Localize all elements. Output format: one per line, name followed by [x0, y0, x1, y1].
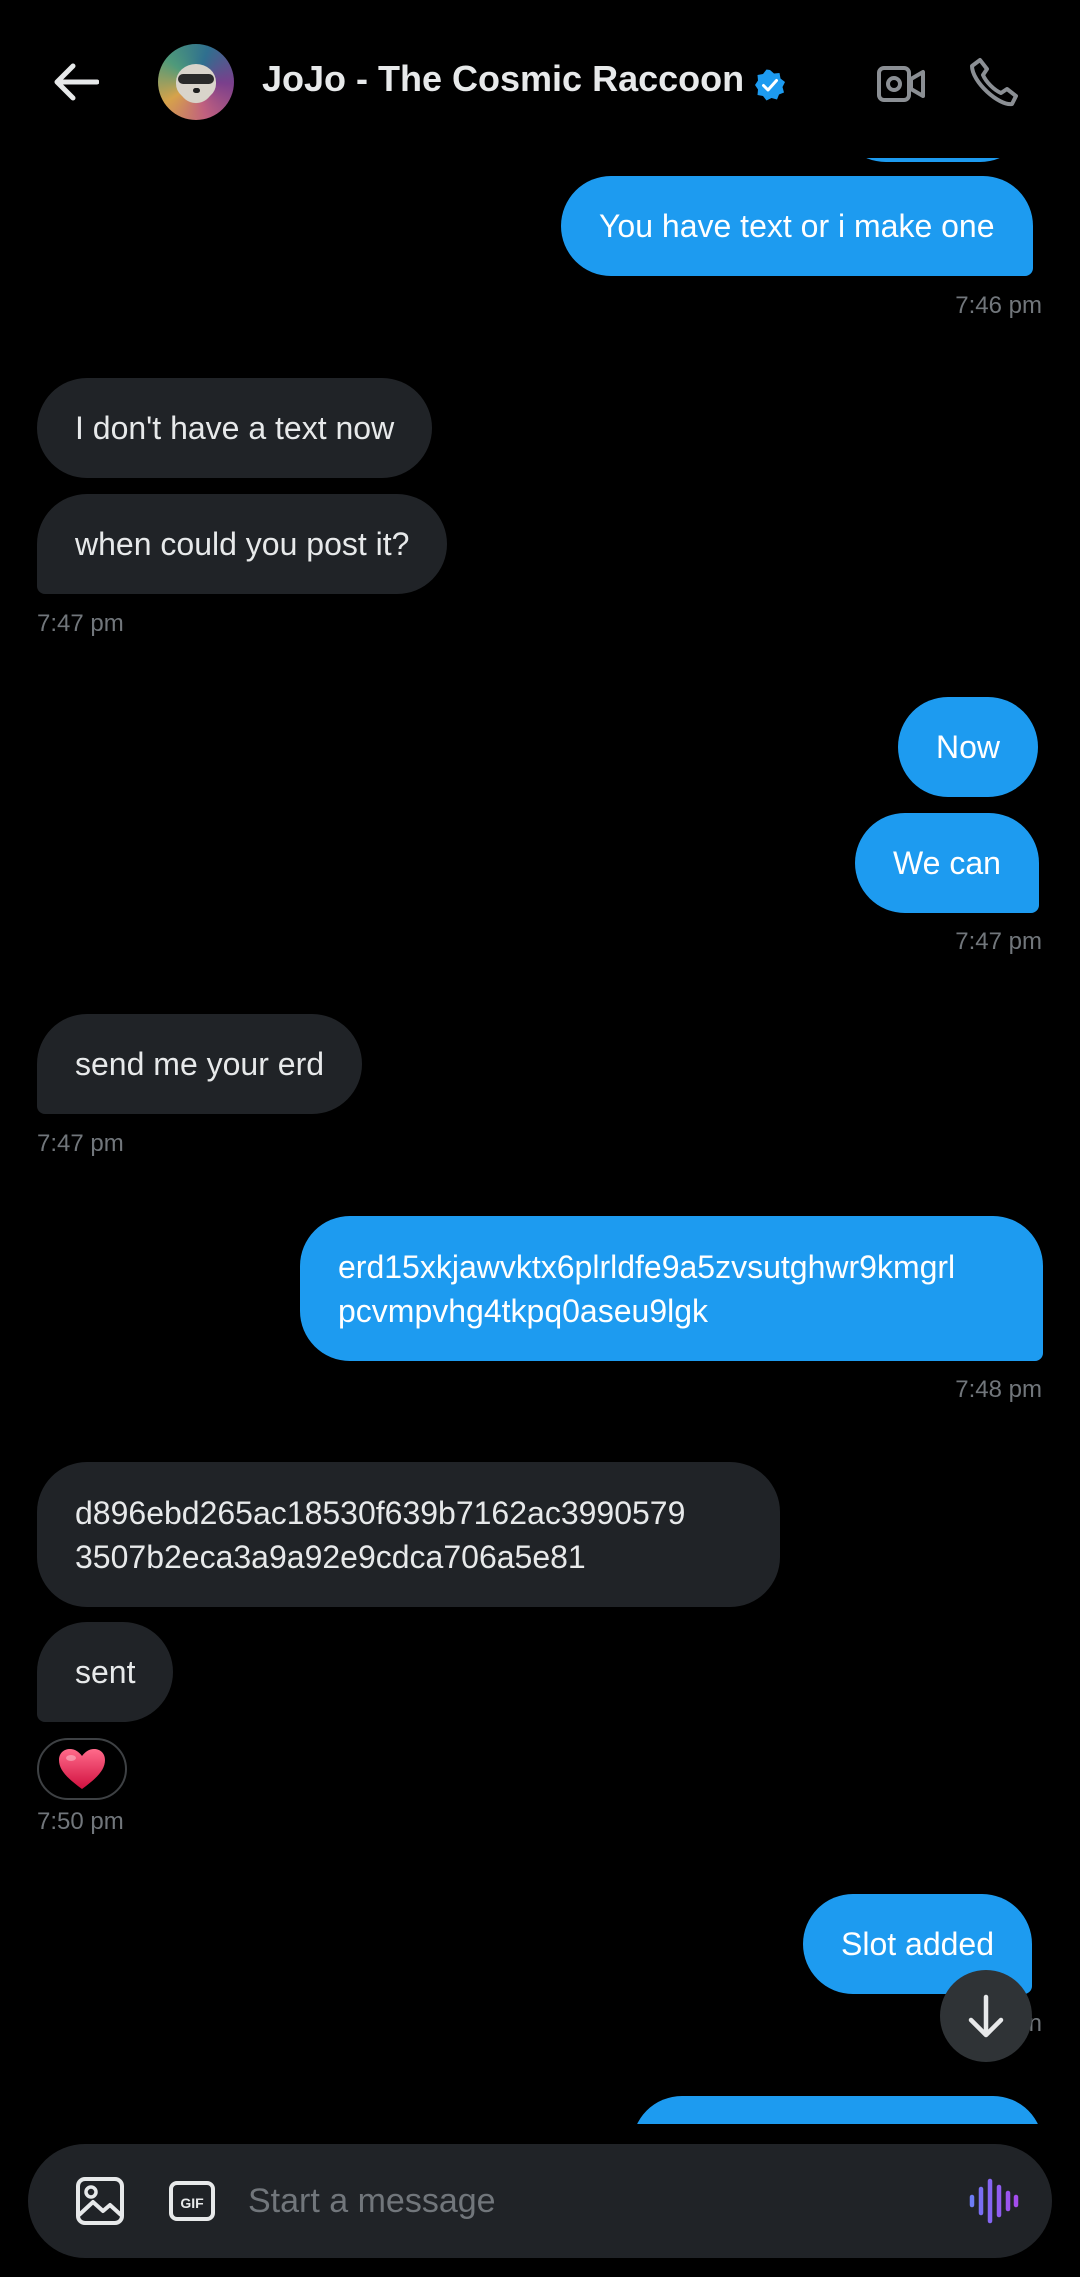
- message-bubble-incoming[interactable]: when could you post it?: [37, 494, 448, 594]
- voice-waveform-icon[interactable]: [968, 2177, 1020, 2225]
- message-text: I don't have a text now: [75, 410, 395, 446]
- heart-icon: [59, 1749, 105, 1789]
- image-icon[interactable]: [74, 2175, 126, 2227]
- message-bubble-incoming[interactable]: send me your erd: [37, 1014, 363, 1114]
- message-text: when could you post it?: [75, 526, 410, 562]
- message-input[interactable]: [248, 2171, 948, 2231]
- message-timestamp: 7:50 pm: [37, 1808, 124, 1835]
- reaction-badge[interactable]: [37, 1738, 127, 1800]
- avatar[interactable]: [158, 44, 234, 120]
- message-bubble-outgoing[interactable]: We can: [855, 813, 1039, 913]
- message-text-line: 3507b2eca3a9a92e9cdca706a5e81: [75, 1538, 586, 1575]
- message-bubble-incoming[interactable]: d896ebd265ac18530f639b7162ac3990579 3507…: [37, 1462, 780, 1607]
- message-bubble-outgoing[interactable]: erd15xkjawvktx6plrldfe9a5zvsutghwr9kmgrl…: [300, 1216, 1043, 1361]
- conversation-header: JoJo - The Cosmic Raccoon: [0, 0, 1080, 158]
- verified-badge-icon: [755, 69, 785, 101]
- message-text-line: erd15xkjawvktx6plrldfe9a5zvsutghwr9kmgrl: [338, 1248, 956, 1285]
- phone-icon[interactable]: [966, 56, 1020, 110]
- message-timestamp: 7:47 pm: [955, 928, 1042, 955]
- message-text-line: d896ebd265ac18530f639b7162ac3990579: [75, 1494, 686, 1531]
- svg-text:GIF: GIF: [180, 2195, 204, 2211]
- message-text-line: pcvmpvhg4tkpq0aseu9lgk: [338, 1292, 709, 1329]
- dm-conversation-screen: JoJo - The Cosmic Raccoon You have text …: [0, 0, 1080, 2277]
- message-timestamp: 7:47 pm: [37, 1130, 124, 1157]
- message-text: sent: [75, 1654, 136, 1690]
- message-timestamp: 7:46 pm: [955, 292, 1042, 319]
- back-button[interactable]: [46, 52, 106, 112]
- message-text: We can: [893, 845, 1001, 881]
- contact-name[interactable]: JoJo - The Cosmic Raccoon: [262, 58, 744, 100]
- video-camera-icon[interactable]: [876, 60, 926, 108]
- message-text: Slot added: [841, 1926, 995, 1962]
- message-timestamp: 7:48 pm: [955, 1376, 1042, 1403]
- scroll-to-bottom-button[interactable]: [940, 1970, 1032, 2062]
- message-text: Now: [936, 729, 1001, 765]
- message-bubble-outgoing[interactable]: Now: [898, 697, 1039, 797]
- message-text: You have text or i make one: [599, 208, 995, 244]
- message-text: send me your erd: [75, 1046, 325, 1082]
- message-composer: GIF: [28, 2144, 1052, 2258]
- gif-icon[interactable]: GIF: [168, 2177, 216, 2225]
- avatar-detail-nose: [193, 88, 200, 93]
- arrow-left-icon: [54, 63, 99, 101]
- avatar-detail: [178, 74, 214, 84]
- arrow-down-icon: [968, 1994, 1004, 2038]
- message-bubble-incoming[interactable]: sent: [37, 1622, 174, 1722]
- message-bubble-outgoing[interactable]: You have text or i make one: [561, 176, 1033, 276]
- message-timestamp: 7:47 pm: [37, 610, 124, 637]
- message-bubble-incoming[interactable]: I don't have a text now: [37, 378, 433, 478]
